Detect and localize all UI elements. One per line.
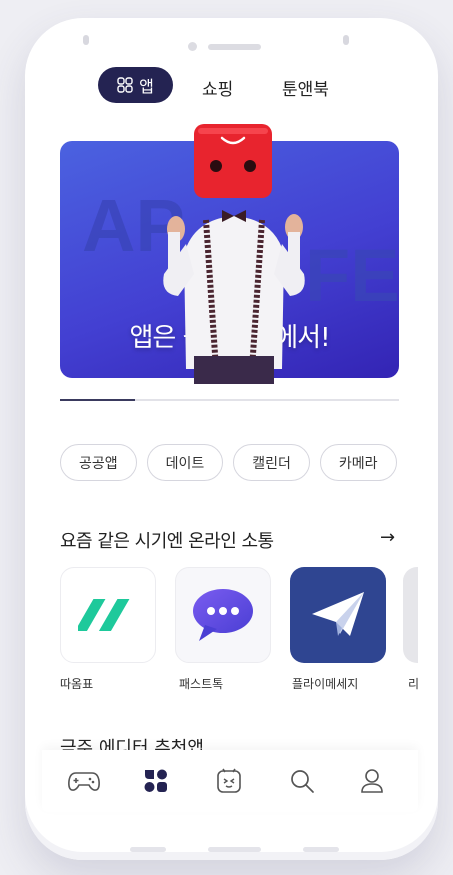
- app-name-fasttalk: 패스트톡: [179, 677, 224, 691]
- app-card-fasttalk[interactable]: [175, 567, 271, 663]
- phone-grip: [303, 847, 339, 852]
- tab-shopping[interactable]: 쇼핑: [202, 75, 233, 100]
- bottom-nav: [42, 750, 418, 812]
- quote-icon: [78, 599, 130, 631]
- app-name-partial: 리: [408, 677, 418, 691]
- app-name-flymessage: 플라이메세지: [292, 677, 359, 691]
- phone-side-button: [343, 35, 349, 45]
- tab-toons-books[interactable]: 툰앤북: [282, 75, 329, 100]
- app-card-flymessage[interactable]: [290, 567, 386, 663]
- banner-bg-word-right: FE: [305, 234, 399, 317]
- chip-public-apps[interactable]: 공공앱: [60, 444, 137, 481]
- game-controller-icon[interactable]: [67, 764, 101, 798]
- toon-face-icon[interactable]: [212, 764, 246, 798]
- app-card-partial[interactable]: [403, 567, 418, 663]
- banner-progress: [60, 399, 399, 401]
- search-icon[interactable]: [285, 764, 319, 798]
- home-indicator: [208, 847, 261, 852]
- tab-apps[interactable]: 앱: [98, 67, 173, 103]
- app-card-quote[interactable]: [60, 567, 156, 663]
- chip-camera[interactable]: 카메라: [319, 444, 397, 481]
- phone-side-button: [83, 35, 89, 45]
- chip-calendar[interactable]: 캘린더: [233, 444, 310, 481]
- apps-grid-icon: [117, 77, 133, 93]
- category-chips: 공공앱 데이트 캘린더 카메라: [60, 444, 397, 481]
- app-name-quote: 따옴표: [60, 677, 94, 691]
- chip-dating[interactable]: 데이트: [146, 444, 224, 481]
- front-camera: [188, 42, 197, 51]
- phone-grip: [130, 847, 166, 852]
- section-title: 요즘 같은 시기엔 온라인 소통: [60, 531, 274, 552]
- app-screen: 앱 쇼핑 툰앤북 AP FE 앱은 원스토어에서!: [42, 66, 418, 758]
- chat-bubble-icon: [193, 589, 253, 641]
- paper-plane-icon: [312, 592, 364, 636]
- tab-apps-label: 앱: [139, 77, 154, 96]
- top-tabs: 앱 쇼핑 툰앤북: [42, 66, 418, 106]
- profile-icon[interactable]: [355, 764, 389, 798]
- apps-grid-icon[interactable]: [139, 764, 173, 798]
- banner-progress-fill: [60, 399, 135, 401]
- section-more-arrow-icon[interactable]: →: [380, 527, 395, 548]
- earpiece-speaker: [208, 44, 261, 50]
